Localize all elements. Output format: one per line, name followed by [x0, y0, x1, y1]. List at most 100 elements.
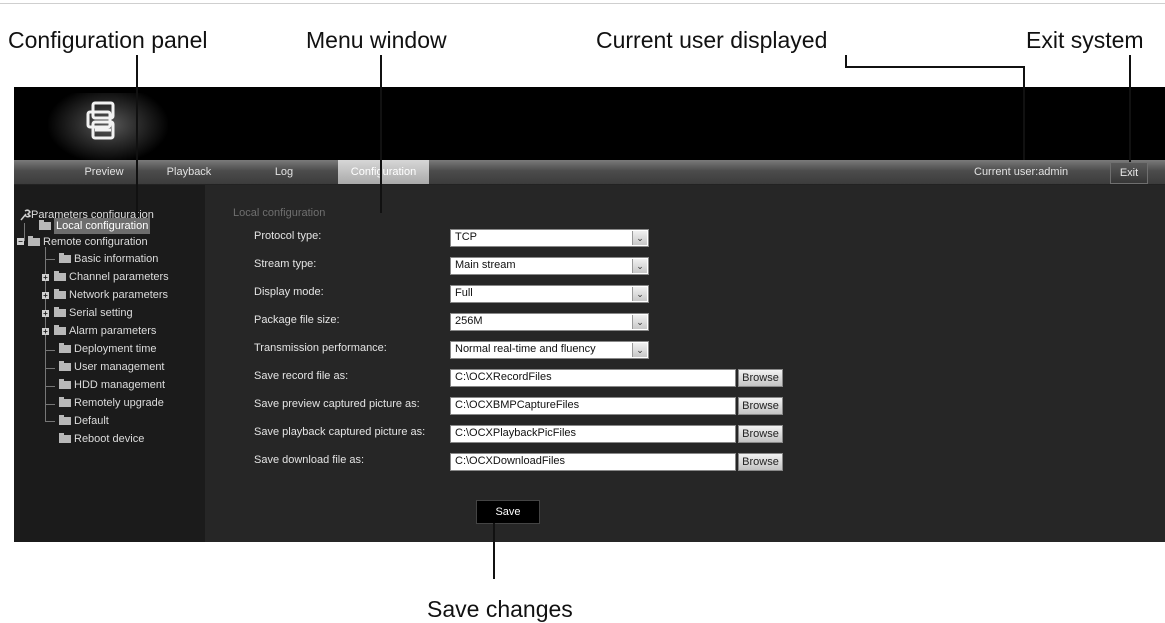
folder-icon — [54, 289, 66, 299]
tree-line — [45, 386, 55, 387]
folder-icon — [54, 325, 66, 335]
leader-line-current-user — [1023, 66, 1025, 160]
leader-line-current-user — [845, 66, 1024, 68]
chevron-down-icon: ⌄ — [632, 231, 647, 245]
expand-icon[interactable]: + — [42, 310, 49, 318]
chevron-down-icon: ⌄ — [632, 315, 647, 329]
display-mode-select[interactable]: Full ⌄ — [450, 285, 649, 303]
menu-bar: Preview Playback Log Configuration Curre… — [14, 160, 1165, 185]
tree-line — [45, 421, 55, 422]
configuration-panel: Parameters configuration Local configura… — [14, 185, 205, 542]
browse-preview-button[interactable]: Browse — [738, 397, 783, 415]
stream-type-label: Stream type: — [254, 258, 317, 270]
save-preview-label: Save preview captured picture as: — [254, 398, 420, 410]
select-value: Full — [455, 287, 473, 299]
sidebar-item-label: Basic information — [74, 253, 159, 265]
browse-playback-button[interactable]: Browse — [738, 425, 783, 443]
leader-line-save-changes — [493, 523, 495, 579]
expand-icon[interactable]: + — [42, 292, 49, 300]
save-playback-input[interactable]: C:\OCXPlaybackPicFiles — [450, 425, 736, 443]
menu-window: Local configuration Protocol type: TCP ⌄… — [205, 185, 1165, 542]
select-value: Main stream — [455, 259, 516, 271]
input-value: C:\OCXDownloadFiles — [455, 455, 566, 467]
sidebar-item-label: Serial setting — [69, 307, 133, 319]
folder-icon — [54, 271, 66, 281]
save-playback-label: Save playback captured picture as: — [254, 426, 426, 438]
folder-icon — [59, 415, 71, 425]
folder-icon — [59, 361, 71, 371]
save-download-label: Save download file as: — [254, 454, 365, 466]
callout-exit-system: Exit system — [1026, 27, 1144, 53]
sidebar-item-label: Deployment time — [74, 343, 157, 355]
sidebar-item-label: HDD management — [74, 379, 166, 391]
protocol-type-select[interactable]: TCP ⌄ — [450, 229, 649, 247]
browse-download-button[interactable]: Browse — [738, 453, 783, 471]
save-record-input[interactable]: C:\OCXRecordFiles — [450, 369, 736, 387]
section-title: Local configuration — [233, 207, 326, 219]
save-download-input[interactable]: C:\OCXDownloadFiles — [450, 453, 736, 471]
save-button[interactable]: Save — [476, 500, 540, 524]
collapse-icon[interactable]: − — [17, 238, 24, 246]
callout-menu-window: Menu window — [306, 27, 447, 53]
current-user-label: Current user:admin — [974, 166, 1069, 178]
header-bar — [14, 87, 1165, 163]
folder-icon — [59, 343, 71, 353]
tab-configuration[interactable]: Configuration — [338, 160, 429, 184]
top-rule — [0, 3, 1165, 4]
chevron-down-icon: ⌄ — [632, 259, 647, 273]
sidebar-item-label: Default — [74, 415, 109, 427]
callout-current-user: Current user displayed — [596, 27, 828, 53]
select-value: Normal real-time and fluency — [455, 343, 596, 355]
folder-icon — [39, 220, 51, 230]
sidebar-item-label: Remote configuration — [43, 236, 148, 248]
folder-icon — [54, 307, 66, 317]
select-value: TCP — [455, 231, 477, 243]
sidebar-item-label: Local configuration — [54, 218, 151, 234]
browse-record-button[interactable]: Browse — [738, 369, 783, 387]
sidebar-item-label: Channel parameters — [69, 271, 169, 283]
sidebar-item-label: Remotely upgrade — [74, 397, 164, 409]
package-file-size-select[interactable]: 256M ⌄ — [450, 313, 649, 331]
protocol-type-label: Protocol type: — [254, 230, 322, 242]
input-value: C:\OCXBMPCaptureFiles — [455, 399, 580, 411]
folder-icon — [28, 236, 40, 246]
input-value: C:\OCXRecordFiles — [455, 371, 552, 383]
stream-type-select[interactable]: Main stream ⌄ — [450, 257, 649, 275]
tab-log[interactable]: Log — [254, 160, 314, 184]
tree-line — [45, 350, 55, 351]
sidebar-item-label: Reboot device — [74, 433, 145, 445]
tree-line — [45, 368, 55, 369]
chevron-down-icon: ⌄ — [632, 343, 647, 357]
select-value: 256M — [455, 315, 483, 327]
transmission-performance-select[interactable]: Normal real-time and fluency ⌄ — [450, 341, 649, 359]
sidebar-item-label: Alarm parameters — [69, 325, 157, 337]
sidebar-item-label: Network parameters — [69, 289, 169, 301]
tab-preview[interactable]: Preview — [69, 160, 139, 184]
leader-line-configuration-panel — [136, 55, 138, 218]
transmission-performance-label: Transmission performance: — [254, 342, 387, 354]
save-record-label: Save record file as: — [254, 370, 349, 382]
package-file-size-label: Package file size: — [254, 314, 340, 326]
callout-configuration-panel: Configuration panel — [8, 27, 208, 53]
expand-icon[interactable]: + — [42, 328, 49, 336]
app-window: Preview Playback Log Configuration Curre… — [14, 87, 1165, 542]
logo-icon — [86, 101, 115, 140]
callout-save-changes: Save changes — [427, 596, 573, 622]
folder-icon — [59, 379, 71, 389]
input-value: C:\OCXPlaybackPicFiles — [455, 427, 577, 439]
folder-icon — [59, 253, 71, 263]
folder-icon — [59, 433, 71, 443]
save-preview-input[interactable]: C:\OCXBMPCaptureFiles — [450, 397, 736, 415]
chevron-down-icon: ⌄ — [632, 287, 647, 301]
sidebar-item-label: User management — [74, 361, 165, 373]
leader-line-exit-system — [1129, 55, 1131, 162]
tab-playback[interactable]: Playback — [154, 160, 224, 184]
folder-icon — [59, 397, 71, 407]
exit-button[interactable]: Exit — [1110, 162, 1148, 184]
tree-line — [24, 223, 25, 241]
expand-icon[interactable]: + — [42, 274, 49, 282]
leader-line-menu-window — [380, 55, 382, 213]
display-mode-label: Display mode: — [254, 286, 324, 298]
tree-line — [45, 404, 55, 405]
tree-line — [45, 259, 55, 260]
